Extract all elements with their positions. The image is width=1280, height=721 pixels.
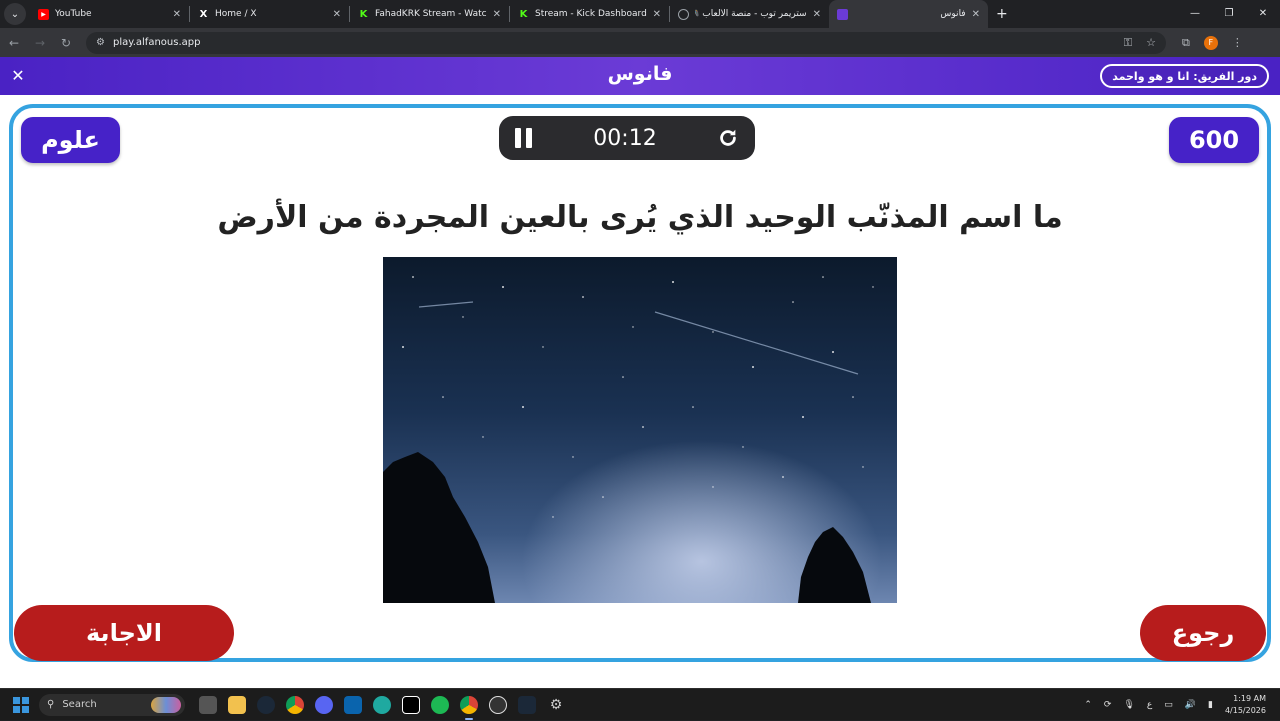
- tab-alfanous[interactable]: فانوس ✕: [829, 0, 988, 28]
- tab-title: Home / X: [215, 9, 257, 19]
- alfanous-icon: [837, 8, 848, 20]
- spotify-icon[interactable]: [431, 695, 449, 714]
- tab-search-button[interactable]: ⌄: [4, 3, 26, 25]
- tab-kick-stream[interactable]: K FahadKRK Stream - Watch Live ✕: [350, 0, 509, 28]
- volume-icon[interactable]: 🔊: [1185, 700, 1196, 710]
- address-toolbar: ← → ↻ ⚙ play.alfanous.app ⚿ ☆ ⧉ F ⋮: [0, 28, 1280, 57]
- network-icon[interactable]: ▭: [1164, 700, 1173, 710]
- app-logo: فانوس: [607, 63, 673, 85]
- close-window-icon[interactable]: ✕: [1246, 0, 1280, 28]
- game-header: ✕ فانوس دور الفريق: انا و هو واحمد: [0, 57, 1280, 95]
- question-text: ما اسم المذنّب الوحيد الذي يُرى بالعين ا…: [217, 200, 1063, 235]
- close-icon[interactable]: ✕: [173, 9, 181, 20]
- maximize-icon[interactable]: ❐: [1212, 0, 1246, 28]
- category-badge: علوم: [21, 117, 120, 163]
- reload-icon[interactable]: ↻: [54, 36, 78, 50]
- chevron-up-icon[interactable]: ⌃: [1084, 700, 1092, 710]
- kick-icon: K: [519, 8, 528, 20]
- windows-start-icon[interactable]: [13, 696, 29, 713]
- question-image-night-sky: [383, 257, 897, 603]
- tab-title: Stream - Kick Dashboard: [535, 9, 647, 19]
- timer-control: 00:12: [499, 116, 755, 160]
- minimize-icon[interactable]: —: [1178, 0, 1212, 28]
- new-tab-button[interactable]: +: [996, 6, 1008, 22]
- steam-icon[interactable]: [257, 695, 275, 714]
- system-clock[interactable]: 1:19 AM 4/15/2026: [1225, 693, 1266, 717]
- search-highlight-icon: [151, 696, 181, 713]
- tab-streamer-top[interactable]: ستريمر توب - منصة الألعاب 🎮 ✕: [670, 0, 829, 28]
- clock-time: 1:19 AM: [1233, 694, 1266, 703]
- password-key-icon[interactable]: ⚿: [1124, 36, 1132, 50]
- url-bar[interactable]: ⚙ play.alfanous.app ⚿ ☆: [86, 31, 1166, 54]
- window-controls: — ❐ ✕: [1178, 0, 1280, 28]
- answer-button[interactable]: الاجابة: [14, 605, 234, 661]
- back-button[interactable]: رجوع: [1140, 605, 1266, 661]
- close-icon[interactable]: ✕: [493, 9, 501, 20]
- search-placeholder: Search: [62, 699, 97, 710]
- back-icon[interactable]: ←: [2, 36, 26, 50]
- profile-avatar[interactable]: F: [1203, 35, 1218, 50]
- windows-taskbar: ⚲ Search ⚙ ⌃ ⟳ 🎙 ع ▭ 🔊 ▮ 1:19 AM 4/15/20…: [0, 688, 1280, 720]
- tab-title: YouTube: [55, 9, 92, 19]
- globe-icon: [678, 8, 689, 20]
- browser-tab-bar: ⌄ ▶ YouTube ✕ X Home / X ✕ K FahadKRK St…: [0, 0, 1280, 28]
- settings-gear-icon[interactable]: ⚙: [547, 696, 565, 714]
- close-icon[interactable]: ✕: [972, 9, 980, 20]
- input-language[interactable]: ع: [1147, 700, 1152, 710]
- chrome-icon[interactable]: [286, 695, 304, 714]
- steam-alt-icon[interactable]: [518, 695, 536, 714]
- x-icon: X: [199, 8, 208, 20]
- forward-icon[interactable]: →: [28, 36, 52, 50]
- task-view-icon[interactable]: [199, 695, 217, 714]
- team-turn-badge: دور الفريق: انا و هو واحمد: [1100, 64, 1269, 88]
- close-icon[interactable]: ✕: [333, 9, 341, 20]
- kick-icon: K: [359, 8, 368, 20]
- bookmark-star-icon[interactable]: ☆: [1146, 36, 1156, 49]
- search-icon: ⚲: [47, 699, 55, 710]
- taskbar-search[interactable]: ⚲ Search: [39, 693, 185, 716]
- sync-icon[interactable]: ⟳: [1104, 700, 1112, 710]
- tab-x[interactable]: X Home / X ✕: [190, 0, 349, 28]
- chrome-active-icon[interactable]: [460, 695, 478, 720]
- tab-youtube[interactable]: ▶ YouTube ✕: [30, 0, 189, 28]
- url-text: play.alfanous.app: [112, 37, 201, 48]
- capcut-icon[interactable]: [402, 695, 420, 714]
- obs-icon[interactable]: [489, 695, 507, 714]
- outlook-icon[interactable]: [344, 695, 362, 714]
- points-badge: 600: [1169, 117, 1259, 163]
- youtube-icon: ▶: [38, 8, 49, 20]
- timer-value: 00:12: [593, 125, 657, 151]
- close-icon[interactable]: ✕: [8, 66, 28, 85]
- pause-icon[interactable]: [515, 128, 533, 148]
- clock-date: 4/15/2026: [1224, 706, 1266, 715]
- tab-kick-dashboard[interactable]: K Stream - Kick Dashboard ✕: [510, 0, 669, 28]
- close-icon[interactable]: ✕: [813, 9, 821, 20]
- tab-title: FahadKRK Stream - Watch Live: [375, 9, 487, 19]
- taskbar-apps: ⚙: [199, 695, 565, 720]
- system-tray: ⌃ ⟳ 🎙 ع ▭ 🔊 ▮ 1:19 AM 4/15/2026: [1084, 689, 1280, 721]
- menu-icon[interactable]: ⋮: [1232, 36, 1243, 49]
- edge-icon[interactable]: [373, 695, 391, 714]
- discord-icon[interactable]: [315, 695, 333, 714]
- tab-title: ستريمر توب - منصة الألعاب 🎮: [695, 9, 807, 19]
- tab-title: فانوس: [940, 9, 966, 19]
- site-info-icon[interactable]: ⚙: [96, 37, 105, 48]
- battery-icon[interactable]: ▮: [1208, 700, 1213, 710]
- restart-icon[interactable]: [717, 127, 739, 149]
- extensions-icon[interactable]: ⧉: [1182, 36, 1190, 50]
- close-icon[interactable]: ✕: [653, 9, 661, 20]
- microphone-icon[interactable]: 🎙: [1123, 700, 1134, 710]
- file-explorer-icon[interactable]: [228, 695, 246, 714]
